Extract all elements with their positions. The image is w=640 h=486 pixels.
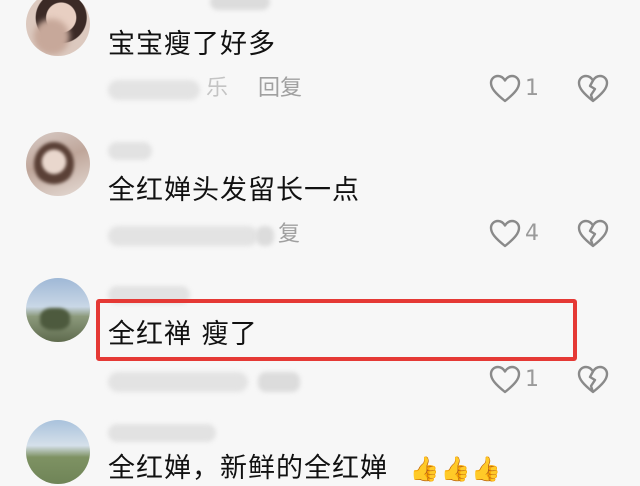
avatar[interactable] [26, 132, 90, 196]
broken-heart-icon[interactable] [577, 365, 609, 395]
heart-outline-icon[interactable] [489, 219, 521, 249]
reply-button[interactable]: 回复 [258, 76, 302, 102]
reply-button[interactable]: 复 [278, 222, 300, 248]
thumbs-up-emoji: 👍👍👍 [409, 455, 503, 483]
comment-text: 宝宝瘦了好多 [108, 29, 276, 60]
timestamp-blurred [108, 226, 258, 246]
avatar[interactable] [26, 420, 90, 484]
heart-outline-icon[interactable] [489, 365, 521, 395]
avatar[interactable] [26, 278, 90, 342]
broken-heart-icon[interactable] [577, 74, 609, 104]
like-count: 1 [525, 76, 539, 101]
reply-blurred-part [256, 226, 274, 246]
broken-heart-icon[interactable] [577, 219, 609, 249]
comment-text: 全红婵，新鲜的全红婵 👍👍👍 [108, 452, 502, 486]
username-blurred [108, 424, 216, 442]
heart-outline-icon[interactable] [489, 74, 521, 104]
comment-text-body: 全红婵，新鲜的全红婵 [108, 453, 388, 484]
location-partial-text: 乐 [206, 76, 229, 101]
like-count: 4 [525, 221, 539, 246]
comment-text: 全红婵头发留长一点 [108, 175, 360, 206]
timestamp-blurred [108, 372, 248, 392]
reply-blurred [258, 372, 300, 392]
username-blurred [210, 0, 270, 10]
username-blurred [108, 142, 152, 160]
avatar[interactable] [26, 0, 90, 56]
comment-text: 全红禅 瘦了 [108, 319, 258, 350]
like-count: 1 [525, 367, 539, 392]
timestamp-blurred [108, 80, 200, 100]
